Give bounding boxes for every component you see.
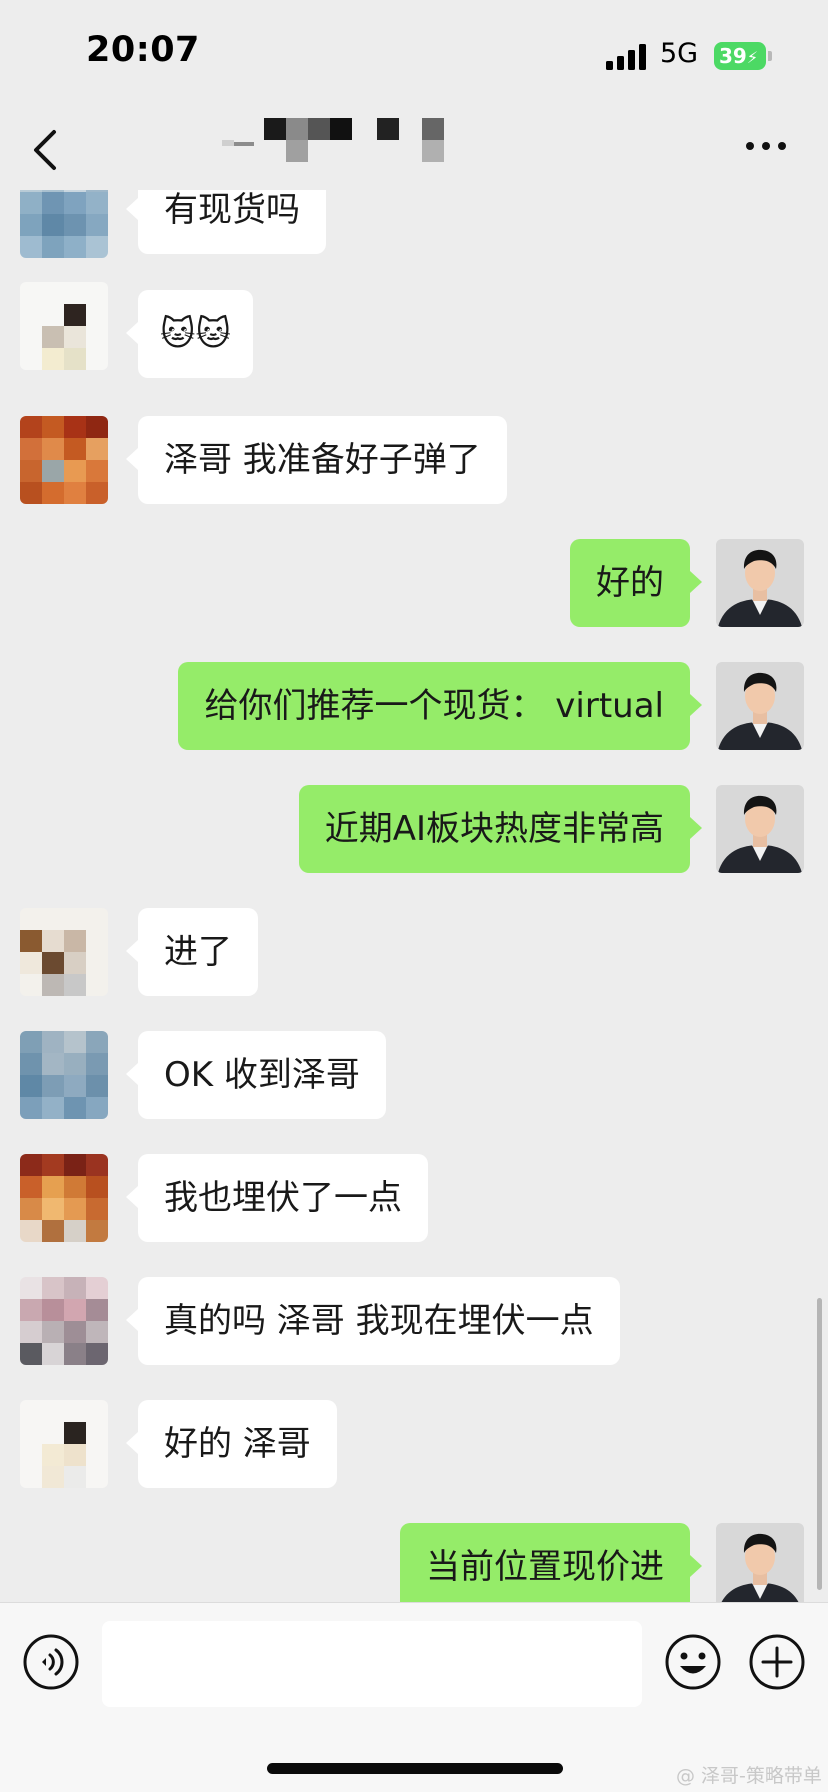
network-type: 5G (660, 38, 699, 69)
my-avatar[interactable] (716, 539, 804, 627)
contact-avatar[interactable] (20, 416, 108, 504)
contact-avatar[interactable] (20, 1277, 108, 1365)
contact-avatar[interactable] (20, 190, 108, 258)
message-bubble-incoming[interactable]: OK 收到泽哥 (126, 1031, 386, 1119)
message-bubble-outgoing[interactable]: 当前位置现价进 (400, 1523, 702, 1602)
message-bubble-incoming[interactable]: 真的吗 泽哥 我现在埋伏一点 (126, 1277, 620, 1365)
emoji-icon[interactable] (664, 1633, 722, 1691)
message-bubble-outgoing[interactable]: 给你们推荐一个现货： virtual (178, 662, 702, 750)
message-bubble-incoming[interactable]: 我也埋伏了一点 (126, 1154, 428, 1242)
chat-header (0, 110, 828, 190)
my-avatar[interactable] (716, 662, 804, 750)
contact-avatar[interactable] (20, 1154, 108, 1242)
message-bubble-incoming[interactable]: 进了 (126, 908, 258, 996)
cat-emoji: 🐱🐱 (160, 314, 231, 354)
status-bar: 20:07 5G 39⚡ (0, 0, 828, 110)
message-bubble-incoming[interactable]: 好的 泽哥 (126, 1400, 337, 1488)
home-indicator[interactable] (267, 1763, 563, 1774)
my-avatar[interactable] (716, 785, 804, 873)
status-time: 20:07 (86, 30, 200, 70)
battery-level: 39 (719, 44, 747, 68)
watermark: @ 泽哥-策略带单 (676, 1765, 822, 1787)
battery-icon: 39⚡ (714, 42, 766, 70)
chat-screen: 20:07 5G 39⚡ 有现货吗 🐱🐱 泽哥 我准备好子弹了 好的 给你们推荐… (0, 0, 828, 1792)
my-avatar[interactable] (716, 1523, 804, 1602)
message-bubble-incoming[interactable]: 🐱🐱 (126, 290, 253, 378)
plus-circle-icon[interactable] (748, 1633, 806, 1691)
voice-icon[interactable] (22, 1633, 80, 1691)
chat-title-pixelated (222, 118, 444, 162)
chevron-left-icon[interactable] (26, 126, 66, 174)
contact-avatar[interactable] (20, 1400, 108, 1488)
scrollbar[interactable] (817, 1298, 822, 1590)
message-bubble-incoming[interactable]: 泽哥 我准备好子弹了 (126, 416, 507, 504)
message-bubble-incoming[interactable]: 有现货吗 (126, 190, 326, 254)
contact-avatar[interactable] (20, 908, 108, 996)
battery-tip (768, 51, 772, 61)
message-list[interactable]: 有现货吗 🐱🐱 泽哥 我准备好子弹了 好的 给你们推荐一个现货： virtual… (0, 190, 828, 1602)
message-bubble-outgoing[interactable]: 近期AI板块热度非常高 (298, 785, 703, 873)
signal-icon (606, 44, 646, 70)
contact-avatar[interactable] (20, 282, 108, 370)
contact-avatar[interactable] (20, 1031, 108, 1119)
message-bubble-outgoing[interactable]: 好的 (570, 539, 702, 627)
more-dots-icon[interactable] (744, 136, 788, 156)
input-bar: @ 泽哥-策略带单 (0, 1602, 828, 1792)
message-input[interactable] (102, 1621, 642, 1707)
